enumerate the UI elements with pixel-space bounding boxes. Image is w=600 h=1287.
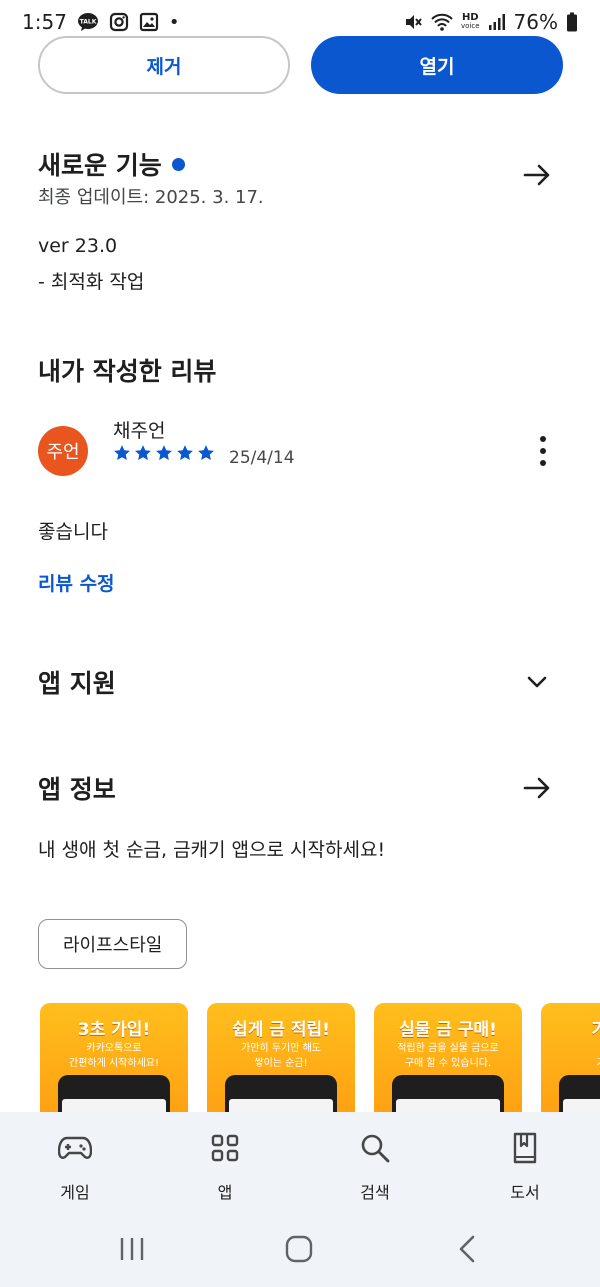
screenshot-2[interactable]: 쉽게 금 적립! 가만히 두기만 해도 쌓이는 순금! (207, 1003, 355, 1113)
screenshot-carousel[interactable]: 3초 가입! 카카오톡으로 간편하게 시작하세요! 쉽게 금 적립! 가만히 두… (40, 1003, 600, 1113)
screenshot-1[interactable]: 3초 가입! 카카오톡으로 간편하게 시작하세요! (40, 1003, 188, 1113)
battery-percent: 76% (513, 10, 558, 34)
voice-label: voice (461, 22, 480, 30)
arrow-right-icon[interactable] (522, 160, 552, 190)
kakaotalk-icon: TALK (77, 12, 99, 32)
recent-apps-icon[interactable] (117, 1234, 147, 1264)
star-icon (177, 445, 193, 461)
more-options-icon[interactable] (536, 436, 550, 466)
new-indicator-dot (171, 157, 185, 171)
book-icon (508, 1131, 542, 1165)
screenshot-subtitle: 적립한 기프티콘 (541, 1041, 600, 1071)
wifi-icon (431, 12, 453, 32)
home-icon[interactable] (284, 1234, 314, 1264)
gamepad-icon (58, 1131, 92, 1165)
app-info-title[interactable]: 앱 정보 (38, 770, 116, 806)
screenshot-title: 기프티 (591, 1020, 600, 1040)
review-date: 25/4/14 (229, 448, 295, 468)
hd-label: HD (461, 12, 479, 23)
status-right: HD voice 76% (403, 10, 578, 34)
back-icon[interactable] (452, 1234, 482, 1264)
arrow-right-icon[interactable] (522, 773, 552, 803)
open-button[interactable]: 열기 (311, 36, 563, 94)
last-updated: 최종 업데이트: 2025. 3. 17. (38, 187, 264, 208)
whats-new-header[interactable]: 새로운 기능 (38, 146, 185, 182)
nav-item-search[interactable]: 검색 (325, 1112, 425, 1208)
nav-label-apps: 앱 (217, 1183, 233, 1202)
screenshot-subtitle: 카카오톡으로 간편하게 시작하세요! (69, 1043, 159, 1069)
status-left: 1:57 TALK • (22, 10, 180, 34)
avatar: 주언 (38, 426, 88, 476)
search-icon (358, 1131, 392, 1165)
app-description: 내 생애 첫 순금, 금캐기 앱으로 시작하세요! (38, 839, 386, 861)
screenshot-title: 실물 금 구매! (399, 1020, 497, 1040)
star-icon (156, 445, 172, 461)
screenshot-title: 쉽게 금 적립! (232, 1020, 330, 1040)
action-buttons: 제거 열기 (38, 36, 563, 94)
battery-icon (566, 12, 578, 32)
star-icon (114, 445, 130, 461)
edit-review-link[interactable]: 리뷰 수정 (38, 569, 115, 596)
category-chip[interactable]: 라이프스타일 (38, 919, 188, 969)
gallery-icon (139, 12, 159, 32)
talk-badge-text: TALK (80, 19, 97, 26)
screenshot-title: 3초 가입! (77, 1020, 151, 1040)
screenshot-4[interactable]: 기프티 적립한 기프티콘 (541, 1003, 600, 1113)
nav-label-search: 검색 (360, 1183, 390, 1202)
phone-screen (396, 1099, 500, 1113)
phone-screen (229, 1099, 333, 1113)
status-time: 1:57 (22, 10, 67, 34)
app-support-title[interactable]: 앱 지원 (38, 664, 116, 700)
mute-icon (403, 12, 423, 32)
phone-screen (563, 1099, 600, 1113)
remove-button[interactable]: 제거 (38, 36, 290, 94)
phone-screen (62, 1099, 166, 1113)
review-text: 좋습니다 (38, 521, 108, 543)
signal-icon (488, 13, 506, 31)
nav-label-games: 게임 (60, 1183, 90, 1202)
screenshot-subtitle: 적립한 금을 실물 금으로 구매 할 수 있습니다. (397, 1043, 499, 1069)
whats-new-title: 새로운 기능 (38, 151, 162, 180)
screenshot-3[interactable]: 실물 금 구매! 적립한 금을 실물 금으로 구매 할 수 있습니다. (374, 1003, 522, 1113)
bottom-nav: 게임 앱 검색 도서 (0, 1112, 600, 1208)
chevron-down-icon[interactable] (522, 667, 552, 697)
nav-item-apps[interactable]: 앱 (175, 1112, 275, 1208)
notification-dot: • (168, 11, 180, 33)
reviewer-name: 채주언 (113, 420, 166, 442)
my-review-title: 내가 작성한 리뷰 (38, 357, 217, 386)
system-nav-bar (0, 1208, 600, 1287)
nav-item-books[interactable]: 도서 (475, 1112, 575, 1208)
apps-grid-icon (208, 1131, 242, 1165)
hd-voice-icon: HD voice (461, 13, 480, 31)
star-icon (135, 445, 151, 461)
star-icon (198, 445, 214, 461)
rating-stars (113, 444, 215, 462)
nav-item-games[interactable]: 게임 (25, 1112, 125, 1208)
release-notes: - 최적화 작업 (38, 271, 145, 293)
nav-label-books: 도서 (510, 1183, 540, 1202)
version-text: ver 23.0 (38, 235, 118, 257)
screenshot-subtitle: 가만히 두기만 해도 쌓이는 순금! (241, 1043, 321, 1069)
instagram-icon (109, 12, 129, 32)
